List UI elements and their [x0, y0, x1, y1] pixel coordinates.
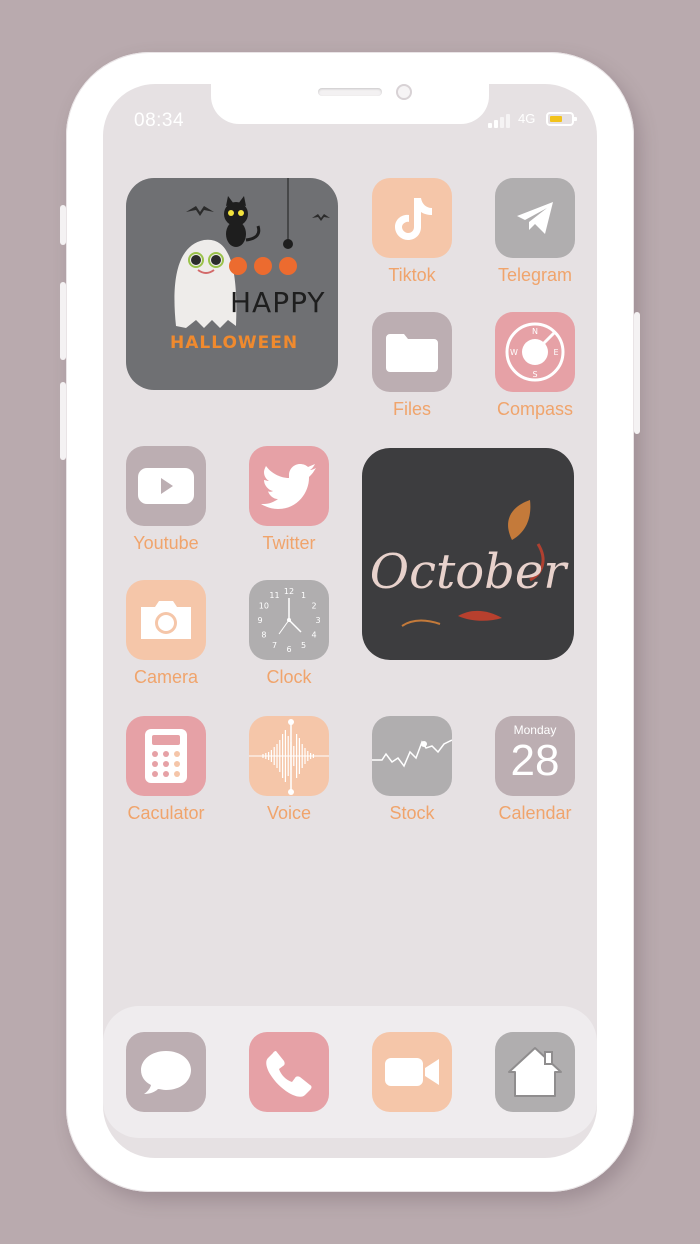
compass-w: W [510, 348, 518, 357]
app-tiktok[interactable]: Tiktok [362, 178, 462, 286]
app-voice[interactable]: Voice [239, 716, 339, 824]
camera-label: Camera [133, 667, 199, 687]
app-youtube[interactable]: Youtube [116, 446, 216, 554]
clock-number: 6 [286, 645, 291, 654]
halloween-line1: HAPPY [230, 286, 325, 319]
telegram-label: Telegram [497, 265, 573, 285]
clock-number: 7 [272, 641, 277, 650]
clock-number: 5 [301, 641, 306, 650]
video-icon [372, 1032, 452, 1112]
app-camera[interactable]: Camera [116, 580, 216, 688]
calendar-weekday: Monday [513, 723, 557, 737]
files-label: Files [392, 399, 431, 419]
voice-label: Voice [266, 803, 312, 823]
calculator-icon [126, 716, 206, 796]
calendar-icon: Monday 28 [495, 716, 575, 796]
calculator-label: Caculator [127, 803, 205, 823]
volume-down-button [60, 382, 66, 460]
compass-e: E [553, 348, 558, 357]
paper-plane-icon [495, 178, 575, 258]
app-stock[interactable]: Stock [362, 716, 462, 824]
compass-s: S [532, 370, 537, 379]
stock-chart-icon [372, 716, 452, 796]
mute-switch [60, 205, 66, 245]
battery-icon [546, 112, 577, 126]
dock-messages[interactable] [126, 1032, 206, 1112]
app-twitter[interactable]: Twitter [239, 446, 339, 554]
app-calculator[interactable]: Caculator [116, 716, 216, 824]
folder-icon [372, 312, 452, 392]
camera-icon [126, 580, 206, 660]
bird-icon [249, 446, 329, 526]
dock-phone[interactable] [249, 1032, 329, 1112]
twitter-label: Twitter [262, 533, 316, 553]
speaker-grille [318, 88, 382, 96]
message-icon [126, 1032, 206, 1112]
waveform-icon [249, 716, 329, 796]
dock-facetime[interactable] [372, 1032, 452, 1112]
halloween-line2: HALLOWEEN [170, 333, 298, 353]
halloween-widget[interactable]: HAPPY HALLOWEEN [126, 178, 338, 390]
network-type: 4G [518, 111, 536, 126]
clock-number: 8 [261, 631, 266, 640]
play-icon [126, 446, 206, 526]
clock-number: 11 [269, 591, 279, 600]
tiktok-icon [372, 178, 452, 258]
dock-home[interactable] [495, 1032, 575, 1112]
october-widget[interactable]: October [362, 448, 574, 660]
compass-label: Compass [496, 399, 574, 419]
compass-icon: N E S W [495, 312, 575, 392]
clock-number: 10 [259, 602, 269, 611]
clock-number: 12 [284, 587, 294, 596]
clock-number: 1 [301, 591, 306, 600]
clock-icon: 12 1 2 3 4 5 6 7 8 9 10 11 [249, 580, 329, 660]
app-calendar[interactable]: Monday 28 Calendar [485, 716, 585, 824]
app-files[interactable]: Files [362, 312, 462, 420]
clock-label: Clock [266, 667, 312, 687]
calendar-day: 28 [510, 736, 560, 785]
october-illustration-icon: October [370, 500, 570, 627]
status-time: 08:34 [134, 110, 185, 131]
stock-label: Stock [389, 803, 435, 823]
volume-up-button [60, 282, 66, 360]
front-camera [396, 84, 412, 100]
clock-number: 2 [312, 602, 317, 611]
october-text: October [370, 544, 570, 600]
home-icon [495, 1032, 575, 1112]
calendar-label: Calendar [498, 803, 572, 823]
signal-icon [488, 114, 512, 128]
compass-n: N [532, 327, 538, 336]
app-telegram[interactable]: Telegram [485, 178, 585, 286]
power-button [634, 312, 640, 434]
clock-number: 4 [312, 631, 317, 640]
clock-number: 9 [257, 616, 262, 625]
clock-number: 3 [315, 616, 320, 625]
phone-icon [249, 1032, 329, 1112]
app-clock[interactable]: 12 1 2 3 4 5 6 7 8 9 10 11 Clock [239, 580, 339, 688]
tiktok-label: Tiktok [388, 265, 436, 285]
youtube-label: Youtube [133, 533, 199, 553]
app-compass[interactable]: N E S W Compass [485, 312, 585, 420]
halloween-illustration-icon: HAPPY HALLOWEEN [170, 178, 330, 353]
